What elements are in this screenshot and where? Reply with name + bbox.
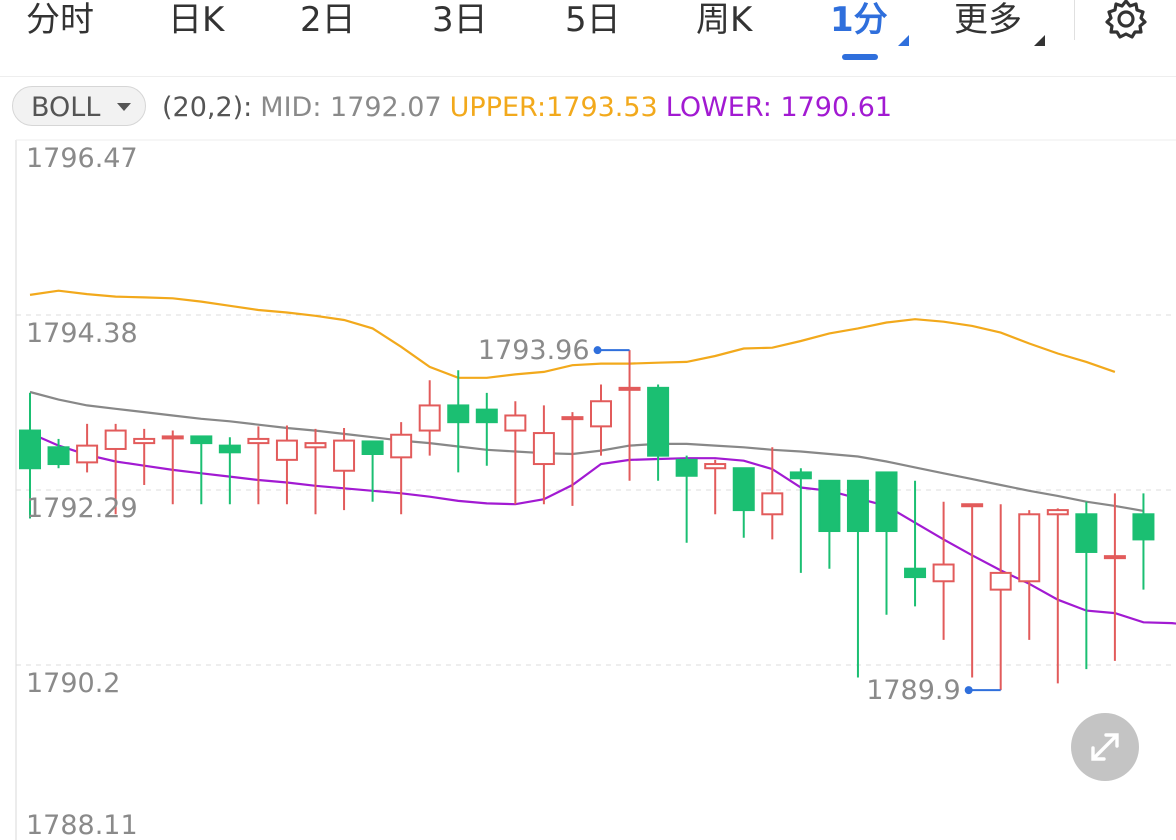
candle-body — [846, 479, 869, 533]
candle-body — [247, 437, 270, 445]
candle-body — [1132, 513, 1155, 541]
candle-8 — [247, 426, 270, 505]
candle-33 — [961, 503, 984, 678]
candle-body — [732, 467, 755, 512]
candle-26 — [761, 447, 784, 540]
candle-37 — [1075, 501, 1098, 670]
candle-19 — [561, 412, 584, 506]
candle-body — [1103, 555, 1126, 560]
candle-20 — [590, 384, 612, 456]
annotation-dot — [964, 686, 973, 695]
candle-9 — [275, 425, 298, 505]
candle-24 — [704, 459, 727, 515]
candle-body — [104, 429, 127, 450]
candle-body — [447, 404, 470, 424]
candle-body — [647, 386, 670, 457]
candle-6 — [190, 435, 213, 505]
candle-body — [190, 435, 213, 445]
candle-body — [361, 440, 384, 455]
fullscreen-button[interactable] — [1071, 713, 1139, 781]
annotation-dot — [593, 346, 602, 355]
annotation-label: 1789.9 — [866, 675, 960, 706]
candle-30 — [875, 471, 898, 615]
y-tick-label: 1788.11 — [26, 810, 138, 840]
candle-31 — [904, 480, 927, 607]
candle-34 — [989, 504, 1012, 691]
candle-body — [590, 400, 612, 428]
candle-body — [76, 444, 99, 464]
candle-body — [789, 471, 812, 480]
extreme-annotation-1: 1789.9 — [866, 675, 1001, 706]
series-mid-line — [29, 390, 1144, 512]
candle-11 — [333, 428, 356, 511]
candle-23 — [675, 455, 698, 543]
candle-body — [218, 444, 241, 454]
candle-12 — [361, 440, 384, 502]
annotation-label: 1793.96 — [478, 335, 590, 366]
candle-16 — [475, 392, 498, 466]
candle-13 — [390, 422, 413, 515]
candle-body — [161, 435, 184, 440]
candle-body — [133, 437, 156, 445]
candle-10 — [304, 428, 327, 515]
candle-body — [1075, 513, 1098, 553]
candle-5 — [161, 430, 184, 505]
candle-25 — [732, 467, 755, 538]
candle-28 — [818, 479, 841, 569]
y-tick-label: 1794.38 — [26, 318, 138, 349]
candle-body — [761, 492, 784, 516]
candle-body — [1018, 513, 1041, 583]
candle-29 — [846, 479, 869, 678]
candle-body — [1046, 509, 1069, 516]
y-tick-label: 1790.2 — [26, 668, 120, 699]
candle-body — [475, 408, 498, 424]
candle-35 — [1018, 510, 1041, 640]
candle-body — [961, 503, 984, 508]
candle-22 — [647, 384, 670, 481]
candle-body — [561, 416, 584, 421]
candle-body — [932, 563, 955, 583]
candle-body — [618, 386, 641, 391]
candle-body — [875, 471, 898, 533]
candle-18 — [532, 405, 555, 505]
candle-body — [904, 567, 927, 579]
candle-38 — [1103, 493, 1126, 661]
candle-body — [390, 433, 413, 459]
candle-body — [47, 446, 70, 466]
candlestick-chart[interactable]: 1793.96 1789.9 1796.47 1794.38 1792.29 1790.… — [0, 0, 1176, 840]
candle-39 — [1132, 493, 1155, 590]
y-tick-label: 1792.29 — [26, 493, 138, 524]
candle-body — [333, 439, 356, 472]
candle-body — [19, 429, 41, 470]
candle-body — [818, 479, 841, 533]
candle-2 — [76, 423, 99, 473]
candle-body — [504, 414, 527, 432]
candle-body — [275, 439, 298, 461]
candle-body — [532, 432, 555, 466]
candle-15 — [447, 370, 470, 473]
y-tick-label: 1796.47 — [26, 143, 138, 174]
candle-32 — [932, 501, 955, 640]
candle-4 — [133, 428, 156, 485]
expand-icon — [1091, 733, 1119, 761]
extreme-annotation-0: 1793.96 — [478, 335, 630, 366]
candle-body — [989, 571, 1012, 591]
candle-7 — [218, 437, 241, 505]
candle-body — [675, 458, 698, 477]
candle-body — [304, 442, 327, 449]
candle-body — [418, 404, 441, 432]
candle-body — [704, 463, 727, 470]
